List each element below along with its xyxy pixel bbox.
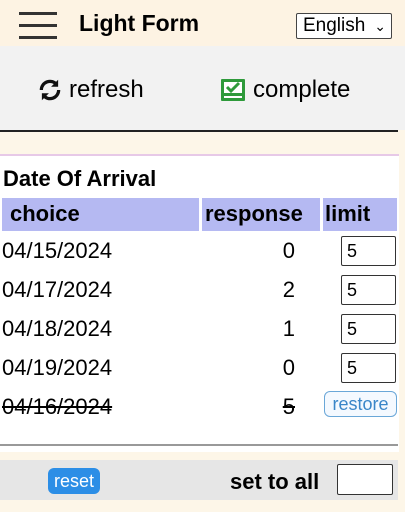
limit-input[interactable]: 5 <box>341 275 396 305</box>
restore-button[interactable]: restore <box>324 391 397 417</box>
set-to-all-input[interactable] <box>337 464 393 495</box>
column-divider <box>199 198 202 231</box>
table-header: choice response limit <box>2 198 397 231</box>
table-row: 04/15/2024 0 5 <box>0 232 399 270</box>
limit-input[interactable]: 5 <box>341 353 396 383</box>
limit-input[interactable]: 5 <box>341 314 396 344</box>
table-row: 04/17/2024 2 5 <box>0 271 399 309</box>
menu-icon[interactable] <box>19 12 57 40</box>
language-select-value: English <box>303 15 366 36</box>
section-title: Date Of Arrival <box>3 166 157 191</box>
choice-date: 04/15/2024 <box>2 238 113 263</box>
response-count: 2 <box>282 277 295 302</box>
column-header-limit: limit <box>325 201 371 226</box>
refresh-icon <box>39 79 61 101</box>
choice-date: 04/17/2024 <box>2 277 113 302</box>
limit-input[interactable]: 5 <box>341 236 396 266</box>
table-row: 04/19/2024 0 5 <box>0 349 399 387</box>
toolbar-divider <box>0 130 398 132</box>
form-section: Date Of Arrival choice response limit 04… <box>0 154 399 452</box>
section-divider <box>0 444 398 446</box>
toolbar: refresh complete <box>0 46 405 130</box>
complete-label: complete <box>253 76 351 103</box>
response-count: 1 <box>282 316 295 341</box>
response-count: 0 <box>282 355 295 380</box>
column-header-choice: choice <box>10 201 80 226</box>
app-header: Light Form English ⌄ <box>0 0 405 46</box>
table-row-removed: 04/16/2024 5 restore <box>0 388 399 426</box>
refresh-button[interactable]: refresh <box>37 76 144 104</box>
response-count: 5 <box>282 394 295 419</box>
choice-date: 04/19/2024 <box>2 355 113 380</box>
response-count: 0 <box>282 238 295 263</box>
choice-date: 04/18/2024 <box>2 316 113 341</box>
column-divider <box>320 198 323 231</box>
reset-button[interactable]: reset <box>48 468 100 494</box>
refresh-label: refresh <box>69 76 144 103</box>
complete-icon <box>221 79 245 101</box>
complete-button[interactable]: complete <box>219 76 350 104</box>
page-title: Light Form <box>79 10 200 36</box>
choice-date: 04/16/2024 <box>2 394 113 419</box>
chevron-down-icon: ⌄ <box>374 18 386 34</box>
footer-bar: reset set to all <box>0 460 398 500</box>
table-row: 04/18/2024 1 5 <box>0 310 399 348</box>
language-select[interactable]: English ⌄ <box>296 13 392 39</box>
column-header-response: response <box>205 201 303 226</box>
set-to-all-label: set to all <box>230 469 320 494</box>
